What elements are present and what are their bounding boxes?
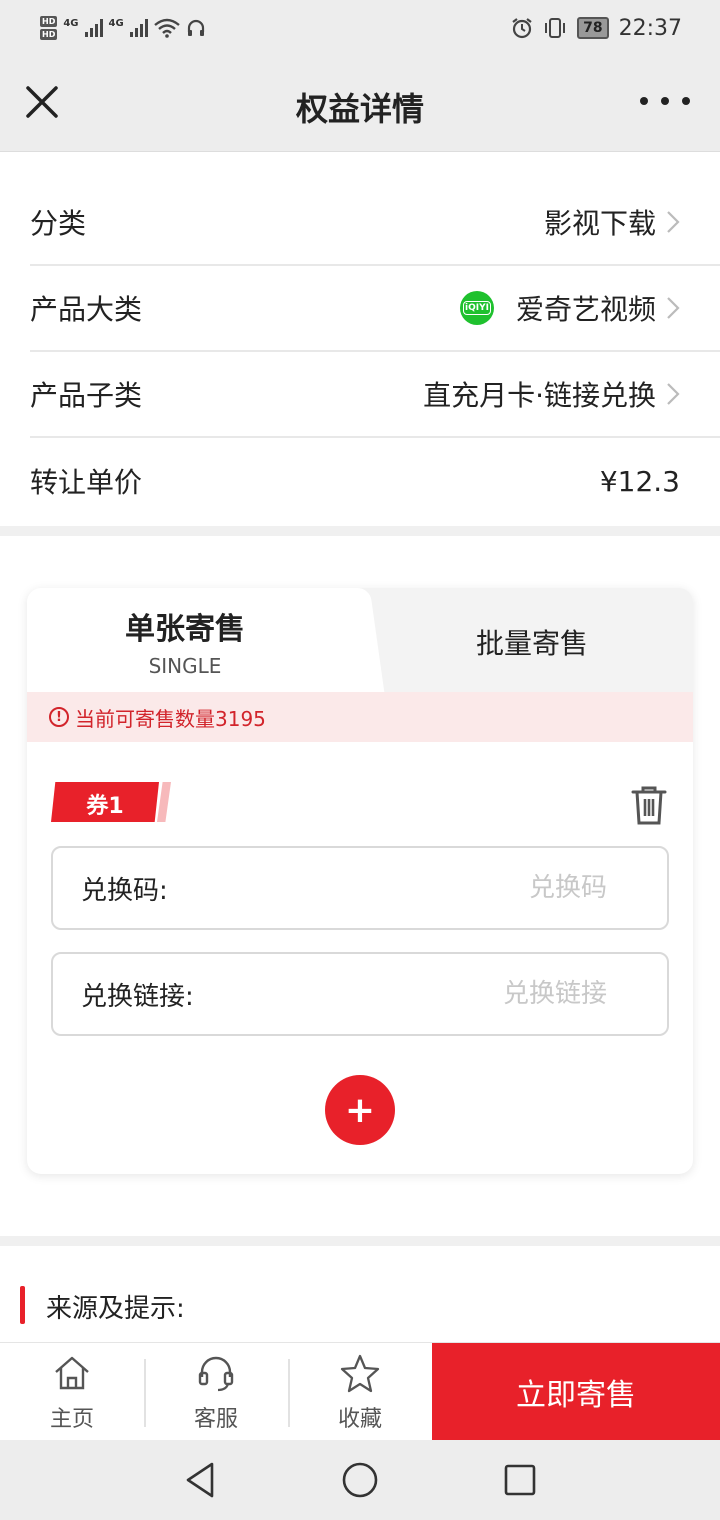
battery-level: 78 [577, 17, 609, 39]
add-coupon-button[interactable]: + [325, 1075, 395, 1145]
consign-tabs: 单张寄售 SINGLE 批量寄售 [27, 588, 693, 692]
tab-single-subtitle: SINGLE [148, 654, 222, 678]
hd-badge-2: HD [40, 29, 58, 40]
row-product-main[interactable]: 产品大类 iQIYI 爱奇艺视频 [30, 266, 720, 352]
hd-indicators: HD HD [40, 16, 58, 40]
hd-badge-1: HD [40, 16, 58, 27]
iqiyi-logo-text: iQIYI [463, 301, 491, 315]
alarm-icon [512, 18, 532, 39]
sell-now-button[interactable]: 立即寄售 [432, 1343, 720, 1441]
row-product-sub[interactable]: 产品子类 直充月卡·链接兑换 [30, 352, 720, 438]
bottom-tab-service-label: 客服 [193, 1407, 238, 1432]
available-notice: ! 当前可寄售数量3195 [27, 692, 693, 742]
info-section: 分类 影视下载 产品大类 iQIYI 爱奇艺视频 产品子类 直充月卡·链接兑换 … [0, 152, 720, 526]
redeem-code-input[interactable] [307, 873, 607, 903]
clock: 22:37 [618, 15, 682, 41]
status-right: 78 22:37 [511, 16, 682, 41]
consign-card: 单张寄售 SINGLE 批量寄售 ! 当前可寄售数量3195 券1 兑换码: 兑… [27, 588, 693, 1174]
redeem-link-field: 兑换链接: [51, 952, 669, 1036]
wifi-icon [153, 18, 180, 38]
chevron-right-icon [667, 297, 680, 319]
bottom-action-bar: 主页 客服 收藏 立即寄售 [0, 1342, 720, 1441]
row-value-product-main: iQIYI 爱奇艺视频 [459, 288, 680, 328]
trash-icon[interactable] [629, 784, 669, 826]
coupon-tag: 券1 [51, 782, 171, 822]
vibrate-icon [545, 18, 566, 38]
bottom-tab-favorite[interactable]: 收藏 [288, 1343, 432, 1441]
row-value-category: 影视下载 [544, 202, 680, 242]
tab-batch[interactable]: 批量寄售 [387, 622, 677, 662]
plus-icon: + [344, 1089, 376, 1131]
redeem-code-field: 兑换码: [51, 846, 669, 930]
source-section: 来源及提示: [0, 1246, 720, 1342]
signal-icon-2 [129, 19, 148, 37]
status-bar: HD HD 4G 4G 78 22:37 [0, 0, 720, 56]
headphone-icon [187, 19, 204, 36]
row-unit-price: 转让单价 ¥12.3 [30, 438, 720, 524]
product-sub-value: 直充月卡·链接兑换 [423, 379, 656, 412]
network-label-2: 4G [108, 17, 124, 29]
tab-single-title: 单张寄售 [125, 612, 245, 647]
row-label-category: 分类 [30, 207, 87, 240]
row-value-product-sub: 直充月卡·链接兑换 [423, 374, 680, 414]
row-label-product-main: 产品大类 [30, 293, 143, 326]
bottom-tab-home-label: 主页 [49, 1407, 94, 1432]
bottom-tab-service[interactable]: 客服 [144, 1343, 288, 1441]
product-main-value: 爱奇艺视频 [515, 293, 656, 326]
bottom-tab-home[interactable]: 主页 [0, 1343, 144, 1441]
more-icon[interactable] [640, 86, 690, 116]
row-category[interactable]: 分类 影视下载 [30, 180, 720, 266]
notice-text: 当前可寄售数量3195 [75, 706, 266, 731]
system-nav-bar [0, 1440, 720, 1520]
alert-icon: ! [49, 707, 69, 727]
nav-header: 权益详情 [0, 56, 720, 152]
iqiyi-logo-icon: iQIYI [459, 291, 494, 325]
source-title: 来源及提示: [46, 1294, 185, 1324]
redeem-link-label: 兑换链接: [81, 981, 194, 1012]
network-label-1: 4G [63, 17, 79, 29]
consign-section: 单张寄售 SINGLE 批量寄售 ! 当前可寄售数量3195 券1 兑换码: 兑… [0, 536, 720, 1236]
signal-icon [84, 19, 103, 37]
chevron-right-icon [667, 383, 680, 405]
recents-icon[interactable] [502, 1460, 538, 1500]
row-label-product-sub: 产品子类 [30, 379, 143, 412]
chevron-right-icon [667, 211, 680, 233]
unit-price-value: ¥12.3 [599, 464, 680, 498]
coupon-tag-label: 券1 [86, 794, 124, 819]
home-circle-icon[interactable] [340, 1460, 380, 1500]
headset-icon [198, 1356, 234, 1392]
source-accent-bar [20, 1286, 25, 1324]
star-icon [340, 1354, 380, 1393]
bottom-tab-favorite-label: 收藏 [337, 1407, 382, 1432]
status-left: HD HD 4G 4G [40, 16, 206, 40]
page-title: 权益详情 [295, 90, 424, 128]
redeem-code-label: 兑换码: [81, 875, 168, 906]
row-label-unit-price: 转让单价 [30, 466, 143, 499]
category-value: 影视下载 [543, 207, 656, 240]
redeem-link-input[interactable] [307, 979, 607, 1009]
home-icon [55, 1356, 89, 1390]
back-icon[interactable] [182, 1460, 218, 1500]
